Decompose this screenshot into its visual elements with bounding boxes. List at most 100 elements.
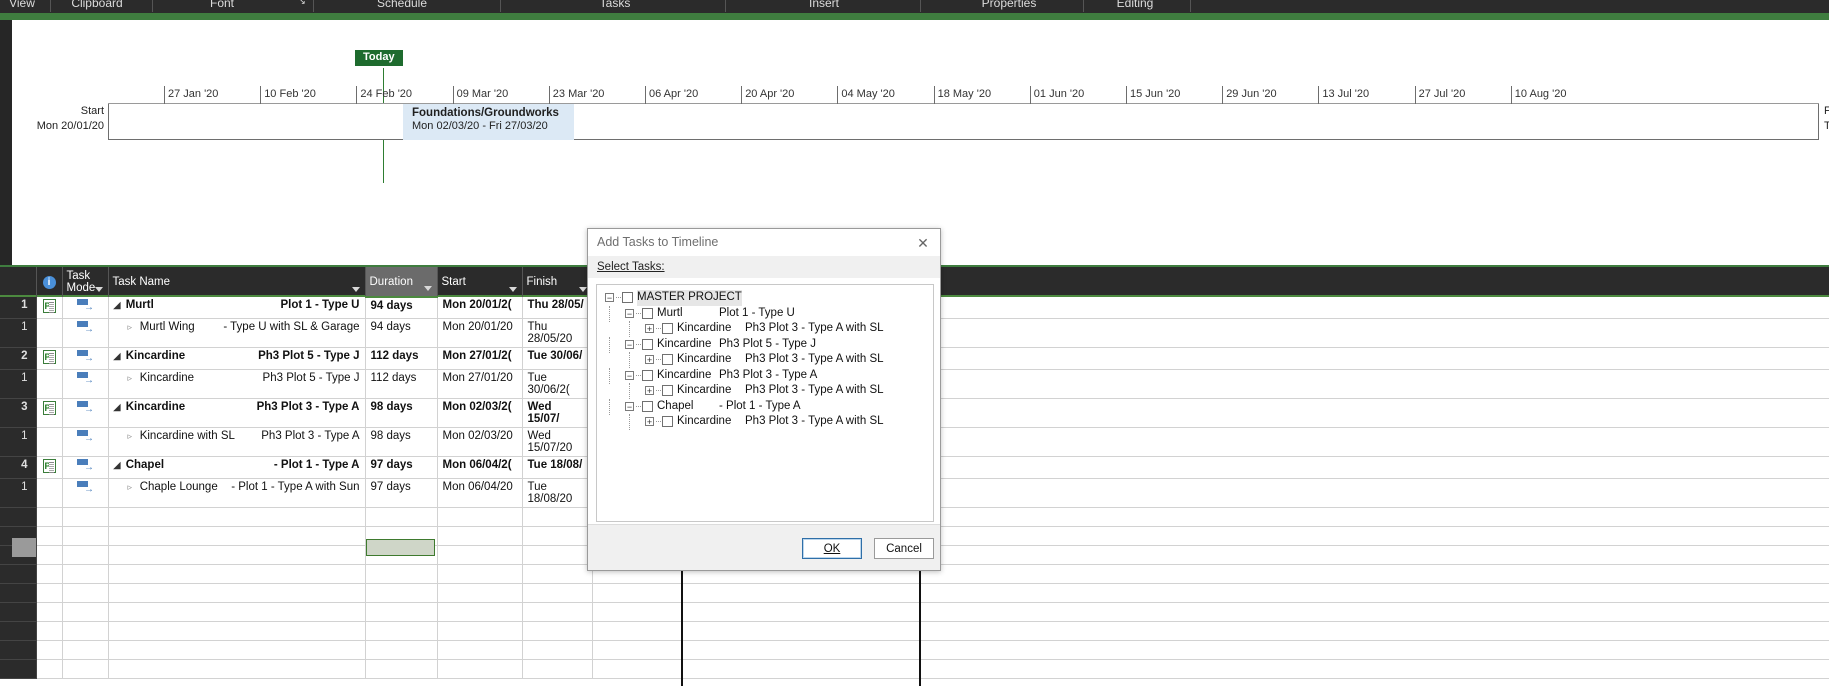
- empty-cell[interactable]: [36, 545, 63, 565]
- empty-cell[interactable]: [62, 564, 109, 584]
- empty-cell[interactable]: [108, 583, 366, 603]
- empty-cell[interactable]: [437, 564, 523, 584]
- empty-cell[interactable]: [108, 640, 366, 660]
- collapse-triangle-icon[interactable]: ◢: [114, 460, 123, 471]
- empty-cell[interactable]: [108, 526, 366, 546]
- empty-cell[interactable]: [437, 640, 523, 660]
- tree-node-checkbox[interactable]: [642, 400, 653, 412]
- finish-cell[interactable]: Wed 15/07/: [522, 398, 593, 428]
- start-cell[interactable]: Mon 06/04/20: [437, 478, 523, 508]
- empty-cell[interactable]: [437, 659, 523, 679]
- duration-cell[interactable]: 97 days: [365, 478, 438, 508]
- empty-cell[interactable]: [437, 545, 523, 565]
- tree-node[interactable]: − Murtl Plot 1 - Type U: [597, 305, 933, 322]
- finish-cell[interactable]: Thu 28/05/: [522, 297, 593, 319]
- empty-cell[interactable]: [522, 640, 593, 660]
- empty-cell[interactable]: [108, 564, 366, 584]
- empty-cell[interactable]: [108, 507, 366, 527]
- row-number[interactable]: 2: [0, 347, 37, 370]
- collapse-triangle-icon[interactable]: ◢: [114, 402, 123, 413]
- start-cell[interactable]: Mon 27/01/2(: [437, 347, 523, 370]
- empty-cell[interactable]: [592, 659, 1829, 679]
- empty-cell[interactable]: [365, 602, 438, 622]
- finish-cell[interactable]: Tue 30/06/2(: [522, 369, 593, 399]
- expand-node-icon[interactable]: +: [645, 324, 654, 334]
- tree-node-checkbox[interactable]: [662, 323, 673, 334]
- ribbon-group-clipboard[interactable]: Clipboard: [71, 0, 122, 10]
- col-start[interactable]: Start: [437, 267, 523, 297]
- tree-node[interactable]: + Kincardine Ph3 Plot 3 - Type A with SL: [597, 414, 933, 430]
- chevron-down-icon[interactable]: [578, 287, 587, 292]
- cancel-button[interactable]: Cancel: [874, 538, 934, 559]
- empty-cell[interactable]: [62, 602, 109, 622]
- empty-cell[interactable]: [365, 621, 438, 641]
- tree-node[interactable]: + Kincardine Ph3 Plot 3 - Type A with SL: [597, 321, 933, 337]
- chevron-down-icon[interactable]: [351, 287, 360, 292]
- empty-cell[interactable]: [365, 564, 438, 584]
- expand-node-icon[interactable]: +: [645, 386, 654, 396]
- empty-cell[interactable]: [437, 602, 523, 622]
- row-number[interactable]: 1: [0, 369, 37, 399]
- empty-cell[interactable]: [108, 602, 366, 622]
- empty-cell[interactable]: [62, 526, 109, 546]
- tree-node[interactable]: + Kincardine Ph3 Plot 3 - Type A with SL: [597, 352, 933, 368]
- add-tasks-to-timeline-dialog[interactable]: Add Tasks to Timeline ✕ Select Tasks: − M…: [587, 228, 941, 571]
- start-cell[interactable]: Mon 06/04/2(: [437, 456, 523, 479]
- empty-cell[interactable]: [437, 583, 523, 603]
- row-indicator-cell[interactable]: [36, 347, 63, 370]
- task-mode-cell[interactable]: →: [62, 369, 109, 399]
- empty-cell[interactable]: [36, 659, 63, 679]
- empty-cell[interactable]: [0, 602, 37, 622]
- selected-row-header[interactable]: [12, 538, 36, 557]
- duration-cell[interactable]: 94 days: [365, 297, 438, 319]
- tree-node-checkbox[interactable]: [662, 354, 673, 365]
- empty-cell[interactable]: [522, 545, 593, 565]
- ribbon-group-insert[interactable]: Insert: [809, 0, 839, 10]
- task-mode-cell[interactable]: →: [62, 456, 109, 479]
- task-mode-cell[interactable]: →: [62, 478, 109, 508]
- empty-cell[interactable]: [62, 507, 109, 527]
- empty-cell[interactable]: [437, 621, 523, 641]
- col-indicators[interactable]: i: [36, 267, 63, 297]
- table-row-empty[interactable]: [0, 621, 1829, 641]
- row-number[interactable]: 3: [0, 398, 37, 428]
- chevron-down-icon[interactable]: [423, 286, 432, 291]
- collapse-triangle-icon[interactable]: ◢: [114, 351, 123, 362]
- tree-node-checkbox[interactable]: [662, 416, 673, 427]
- finish-cell[interactable]: Thu 28/05/20: [522, 318, 593, 348]
- collapse-node-icon[interactable]: −: [625, 401, 634, 411]
- empty-cell[interactable]: [62, 640, 109, 660]
- start-cell[interactable]: Mon 20/01/2(: [437, 297, 523, 319]
- empty-cell[interactable]: [62, 545, 109, 565]
- empty-cell[interactable]: [36, 507, 63, 527]
- row-indicator-cell[interactable]: [36, 427, 63, 457]
- row-number[interactable]: 1: [0, 478, 37, 508]
- empty-cell[interactable]: [36, 640, 63, 660]
- chevron-down-icon[interactable]: [508, 287, 517, 292]
- task-name-cell[interactable]: ▹ Kincardine with SL Ph3 Plot 3 - Type A: [108, 427, 366, 457]
- task-mode-cell[interactable]: →: [62, 297, 109, 319]
- empty-cell[interactable]: [437, 507, 523, 527]
- close-icon[interactable]: ✕: [914, 234, 932, 252]
- ribbon-group-font[interactable]: Font: [210, 0, 234, 10]
- task-mode-cell[interactable]: →: [62, 427, 109, 457]
- empty-cell[interactable]: [36, 602, 63, 622]
- task-name-cell[interactable]: ◢ Kincardine Ph3 Plot 3 - Type A: [108, 398, 366, 428]
- ok-button[interactable]: OK: [802, 538, 862, 559]
- empty-cell[interactable]: [108, 545, 366, 565]
- empty-cell[interactable]: [522, 602, 593, 622]
- empty-cell[interactable]: [365, 507, 438, 527]
- empty-cell[interactable]: [62, 621, 109, 641]
- finish-cell[interactable]: Tue 30/06/: [522, 347, 593, 370]
- dialog-launcher-icon[interactable]: ↘: [298, 0, 306, 7]
- empty-cell[interactable]: [522, 659, 593, 679]
- collapse-node-icon[interactable]: −: [625, 370, 634, 380]
- duration-cell[interactable]: 94 days: [365, 318, 438, 348]
- row-indicator-cell[interactable]: [36, 456, 63, 479]
- finish-cell[interactable]: Tue 18/08/: [522, 456, 593, 479]
- start-cell[interactable]: Mon 02/03/20: [437, 427, 523, 457]
- duration-cell[interactable]: 97 days: [365, 456, 438, 479]
- tree-node[interactable]: − MASTER PROJECT: [597, 290, 933, 306]
- col-task-mode[interactable]: Task Mode: [62, 267, 109, 297]
- collapse-triangle-icon[interactable]: ◢: [114, 300, 123, 311]
